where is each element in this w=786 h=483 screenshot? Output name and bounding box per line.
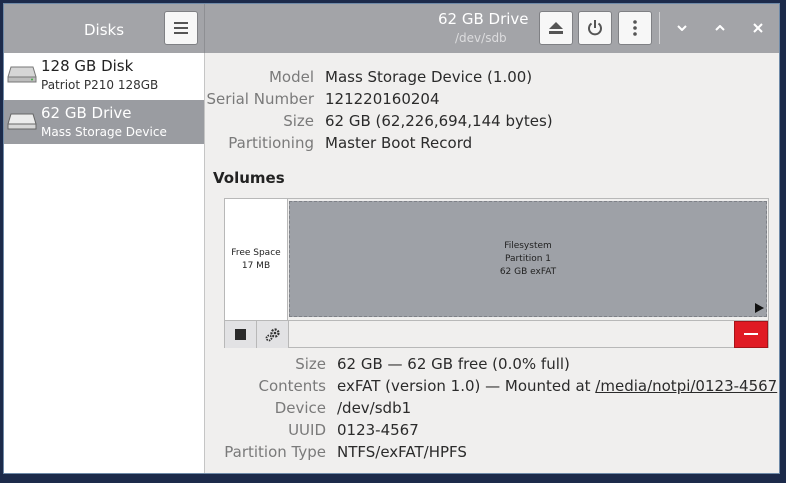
eject-icon xyxy=(549,22,563,34)
sidebar-header: Disks xyxy=(4,4,205,53)
free-space-label: Free Space xyxy=(231,247,281,258)
maximize-button[interactable] xyxy=(708,16,732,40)
device-label: Device xyxy=(274,399,326,417)
stop-icon xyxy=(235,329,246,340)
free-space-size: 17 MB xyxy=(241,260,271,271)
uuid-label: UUID xyxy=(288,421,326,439)
partition-size-fs: 62 GB exFAT xyxy=(499,266,557,277)
close-icon xyxy=(753,23,763,33)
delete-partition-button[interactable] xyxy=(734,321,768,348)
sidebar-title: Disks xyxy=(84,21,125,39)
contents-label: Contents xyxy=(258,377,326,395)
maximize-icon xyxy=(715,25,725,31)
drive-device-path: /dev/sdb xyxy=(455,31,507,45)
partition-settings-button[interactable] xyxy=(257,321,289,348)
partitioning-label: Partitioning xyxy=(228,134,314,152)
power-off-button[interactable] xyxy=(578,11,612,45)
disk-name: 128 GB Disk xyxy=(41,57,134,75)
disk-list: 128 GB Disk Patriot P210 128GB 62 GB Dri… xyxy=(4,53,205,473)
hard-disk-icon xyxy=(7,66,37,83)
menu-icon xyxy=(174,22,188,34)
partition-type-value: NTFS/exFAT/HPFS xyxy=(337,443,467,461)
delete-partition-icon xyxy=(744,333,758,335)
contents-text: exFAT (version 1.0) — Mounted at xyxy=(337,377,596,395)
size-value: 62 GB (62,226,694,144 bytes) xyxy=(325,112,553,130)
disk-item-128gb[interactable]: 128 GB Disk Patriot P210 128GB xyxy=(4,53,204,97)
drive-title: 62 GB Drive xyxy=(438,10,529,28)
close-button[interactable] xyxy=(746,16,770,40)
serial-value: 121220160204 xyxy=(325,90,440,108)
disk-model: Mass Storage Device xyxy=(41,125,167,139)
unmount-button[interactable] xyxy=(225,321,257,348)
settings-gear-icon xyxy=(265,327,280,341)
partition-size-value: 62 GB — 62 GB free (0.0% full) xyxy=(337,355,570,373)
uuid-value: 0123-4567 xyxy=(337,421,419,439)
model-value: Mass Storage Device (1.00) xyxy=(325,68,533,86)
partition-type-label: Partition Type xyxy=(224,443,326,461)
disk-item-62gb[interactable]: 62 GB Drive Mass Storage Device xyxy=(4,100,204,144)
disk-model: Patriot P210 128GB xyxy=(41,78,159,92)
disks-window: Disks 62 GB Drive /dev/sdb 128 GB Disk P… xyxy=(3,3,780,474)
header-bar: Disks 62 GB Drive /dev/sdb xyxy=(4,4,779,53)
model-label: Model xyxy=(268,68,314,86)
contents-value: exFAT (version 1.0) — Mounted at /media/… xyxy=(337,377,777,395)
minimize-button[interactable] xyxy=(670,16,694,40)
menu-button[interactable] xyxy=(164,11,198,45)
disk-name: 62 GB Drive xyxy=(41,104,132,122)
free-space-segment[interactable]: Free Space 17 MB xyxy=(225,199,288,320)
eject-button[interactable] xyxy=(539,11,573,45)
device-value: /dev/sdb1 xyxy=(337,399,412,417)
drive-details: Model Mass Storage Device (1.00) Serial … xyxy=(206,53,779,473)
partition-segment[interactable]: Filesystem Partition 1 62 GB exFAT xyxy=(289,201,767,317)
drive-options-button[interactable] xyxy=(618,11,652,45)
drive-header: 62 GB Drive /dev/sdb xyxy=(205,4,779,53)
volume-toolbar xyxy=(225,320,768,348)
kebab-menu-icon xyxy=(633,20,637,36)
power-icon xyxy=(588,20,602,36)
partition-type: Filesystem xyxy=(504,240,552,251)
serial-label: Serial Number xyxy=(206,90,314,108)
volumes-heading: Volumes xyxy=(213,169,285,187)
partitioning-value: Master Boot Record xyxy=(325,134,473,152)
mount-point-link[interactable]: /media/notpi/0123-4567 xyxy=(595,377,777,395)
minimize-icon xyxy=(677,25,687,31)
partition-name: Partition 1 xyxy=(504,253,552,264)
partition-size-label: Size xyxy=(295,355,326,373)
mounted-play-icon xyxy=(755,303,764,313)
header-separator xyxy=(659,12,660,44)
volume-map: Free Space 17 MB Filesystem Partition 1 … xyxy=(224,198,769,348)
size-label: Size xyxy=(283,112,314,130)
usb-drive-icon xyxy=(7,113,37,130)
